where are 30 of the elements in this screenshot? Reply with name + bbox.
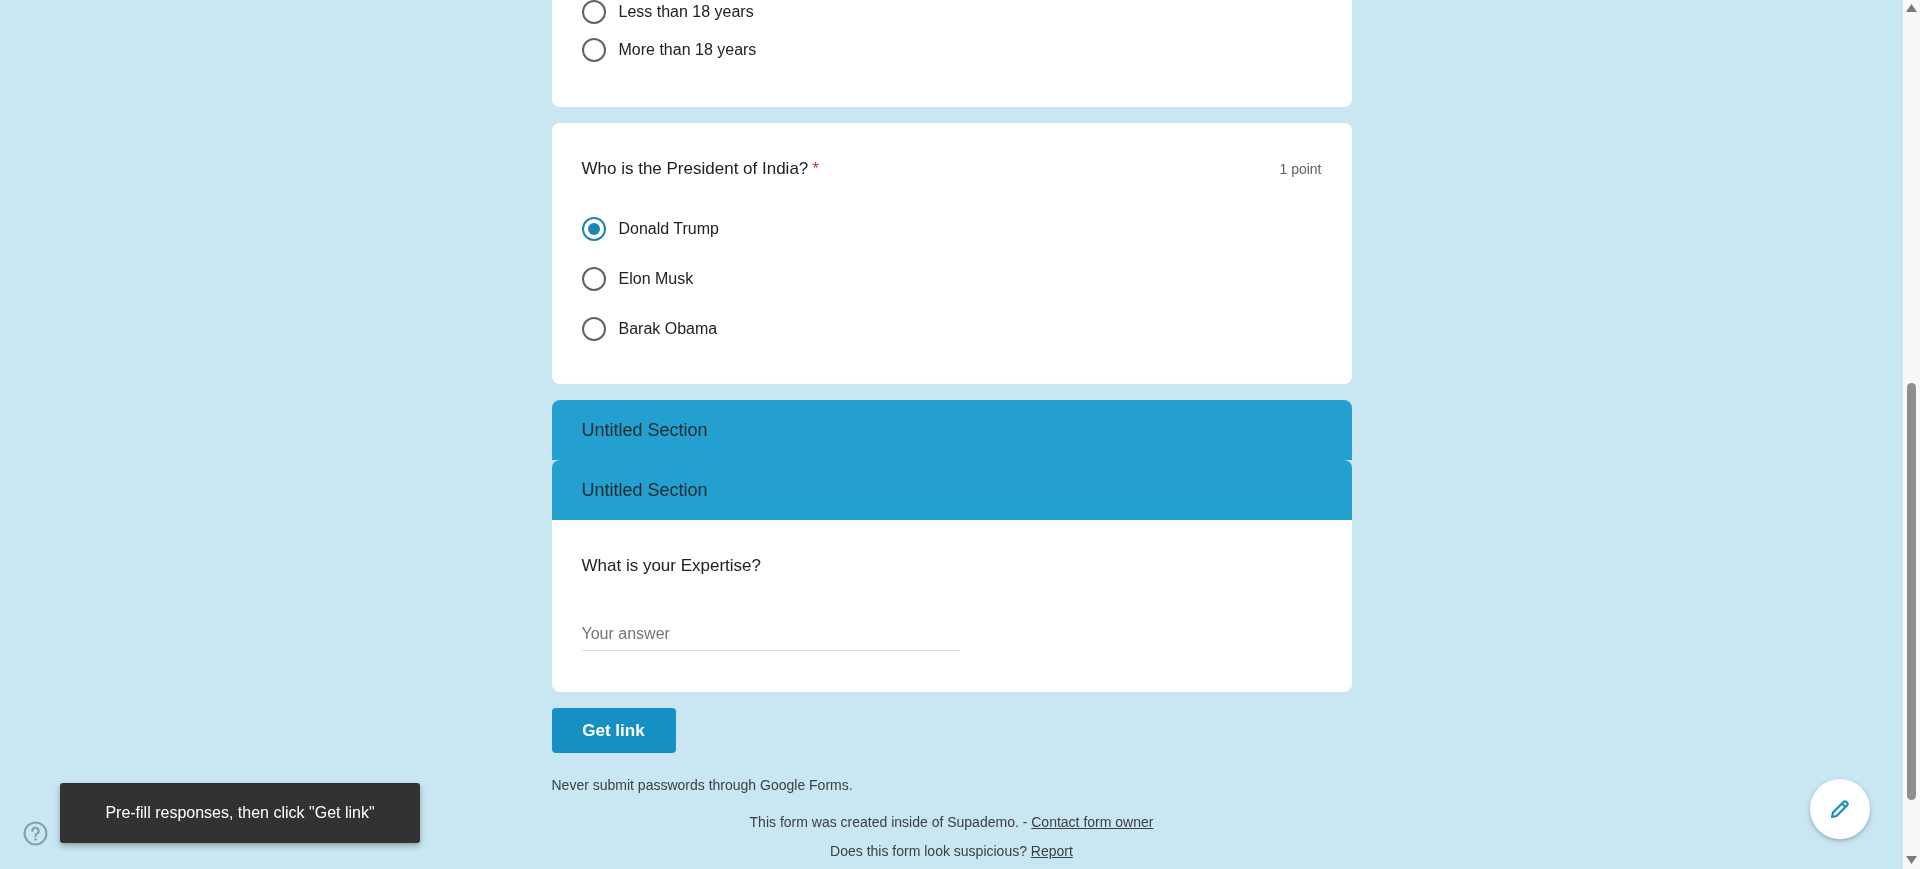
radio-button[interactable] <box>581 267 606 291</box>
question-title: Who is the President of India? <box>581 158 809 180</box>
option-label: Elon Musk <box>618 269 694 289</box>
option-label: Barak Obama <box>618 319 718 339</box>
help-icon[interactable] <box>23 821 48 846</box>
scroll-up-icon[interactable] <box>1906 4 1917 12</box>
report-link[interactable]: Report <box>1030 843 1073 859</box>
toast-message: Pre-fill responses, then click "Get link" <box>60 783 420 843</box>
option-label: Donald Trump <box>618 219 719 239</box>
radio-button[interactable] <box>581 0 606 24</box>
points-label: 1 point <box>1279 159 1322 179</box>
pencil-icon <box>1828 797 1852 821</box>
scrollbar-thumb[interactable] <box>1907 383 1916 800</box>
get-link-button[interactable]: Get link <box>551 708 676 753</box>
question-title: What is your Expertise? <box>581 555 762 577</box>
section-header: Untitled Section <box>551 460 1352 520</box>
radio-button[interactable] <box>581 217 606 241</box>
radio-button[interactable] <box>581 317 606 341</box>
scrollbar[interactable] <box>1903 0 1920 869</box>
section-header: Untitled Section <box>551 400 1352 460</box>
required-mark: * <box>812 158 819 180</box>
footer-text: Does this form look suspicious? Report <box>829 842 1074 861</box>
scroll-down-icon[interactable] <box>1906 856 1917 864</box>
notice-text: Never submit passwords through Google Forms. <box>551 776 854 795</box>
contact-link[interactable]: Contact form owner <box>1031 814 1154 830</box>
footer-text: This form was created inside of Supademo. - Contact form owner <box>748 813 1155 832</box>
option-label: Less than 18 years <box>618 2 754 22</box>
edit-button[interactable] <box>1810 779 1870 839</box>
option-label: More than 18 years <box>618 40 757 60</box>
radio-button[interactable] <box>581 38 606 62</box>
